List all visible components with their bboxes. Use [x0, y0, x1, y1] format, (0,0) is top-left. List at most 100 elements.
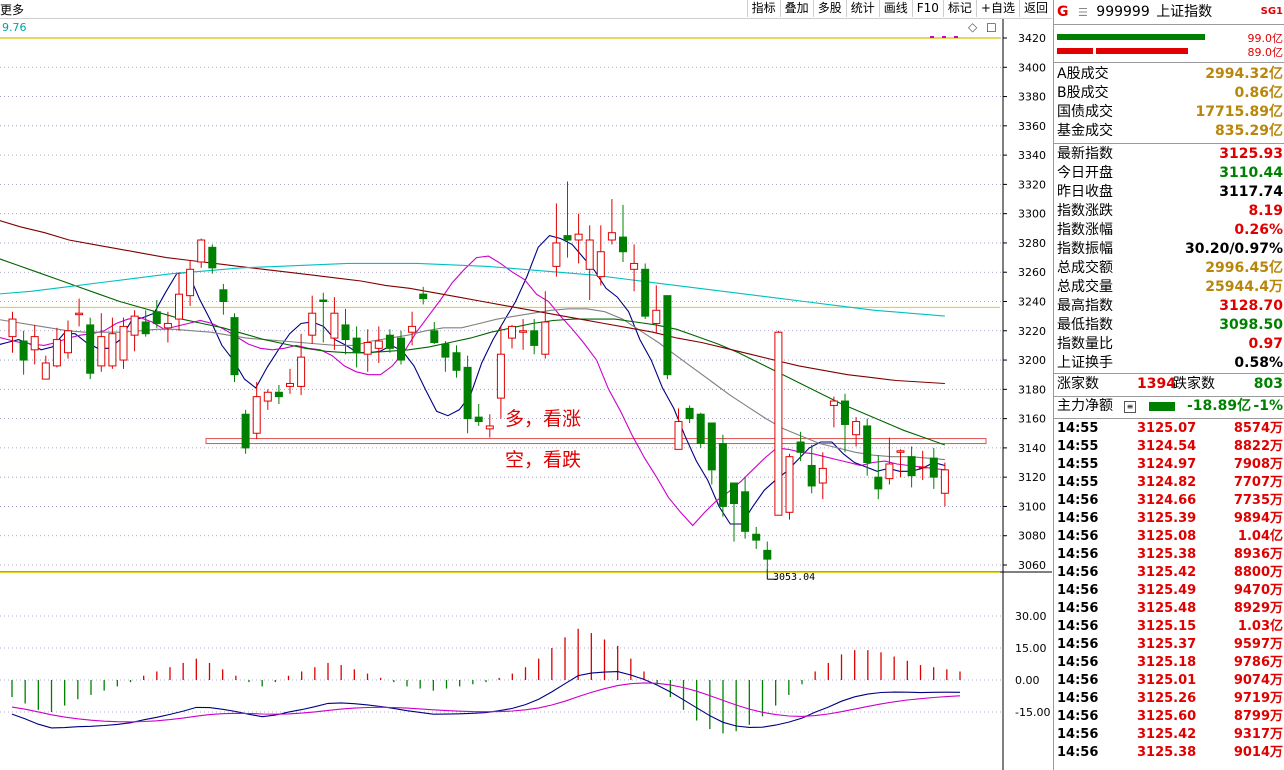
f10-button[interactable]: F10 [911, 0, 943, 17]
tick-time: 14:55 [1057, 421, 1099, 436]
candle [829, 396, 838, 428]
candle [64, 320, 72, 359]
stat-value: 25944.4万 [1205, 279, 1283, 295]
stat-value: 3110.44 [1219, 165, 1283, 181]
kline-chart[interactable]: 9.76 ◇ ☐ 3420 3400 3380 3360 3340 3320 3300 328… [0, 19, 1052, 770]
stat-label: 昨日收盘 [1057, 184, 1113, 200]
stat-row: 总成交额 2996.45亿 [1057, 259, 1283, 278]
label: 基金成交 [1057, 123, 1113, 139]
tick-row: 14:55 3124.97 7908万 [1057, 456, 1283, 474]
candle [219, 283, 228, 315]
breadth-row: 涨家数 1394 跌家数 803 [1057, 375, 1283, 394]
fund-turnover-row: 基金成交 835.29亿 [1057, 122, 1283, 141]
candle [607, 199, 616, 245]
candle [519, 319, 528, 350]
stat-value: 30.20/0.97% [1185, 241, 1283, 257]
sell-volume-bar-a [1057, 48, 1093, 54]
candle [696, 412, 705, 448]
tick-time: 14:55 [1057, 457, 1099, 472]
back-button[interactable]: 返回 [1018, 0, 1052, 17]
price-tick-label: 3360 [1018, 120, 1046, 133]
ma-value-label: 9.76 [2, 21, 27, 34]
price-tick-label: 3100 [1018, 500, 1046, 513]
stat-row: 指数涨跌 8.19 [1057, 202, 1283, 221]
menu-icon[interactable]: ☰ [1078, 6, 1088, 19]
tick-time: 14:56 [1057, 637, 1099, 652]
quote-panel: G ☰ 999999 上证指数 SG1 99.0亿 89.0亿 A股成交 2994… [1053, 0, 1284, 770]
tick-price: 3125.37 [1137, 637, 1197, 652]
tick-row: 14:56 3124.66 7735万 [1057, 492, 1283, 510]
price-tick-label: 3400 [1018, 61, 1046, 74]
candle [341, 308, 350, 355]
candle [175, 272, 183, 331]
indicator-button[interactable]: 指标 [746, 0, 780, 17]
candle [918, 450, 927, 481]
tick-volume: 8822万 [1233, 439, 1283, 454]
candle [441, 341, 450, 372]
stat-row: 昨日收盘 3117.74 [1057, 183, 1283, 202]
candle [852, 417, 861, 447]
flow-detail-icon[interactable]: ≡ [1124, 401, 1136, 413]
sell-volume-bar-b [1096, 48, 1188, 54]
overlay-button[interactable]: 叠加 [779, 0, 813, 17]
tick-price: 3125.15 [1137, 619, 1197, 634]
stat-value: 0.58% [1234, 355, 1283, 371]
top-toolbar: 更多 指标 叠加 多股 统计 画线 F10 标记 +自选 返回 [0, 0, 1052, 19]
stat-value: 8.19 [1248, 203, 1283, 219]
value: 835.29亿 [1214, 123, 1283, 139]
candle [652, 285, 661, 334]
tick-price: 3125.01 [1137, 673, 1197, 688]
macd-panel [11, 628, 961, 734]
candle [408, 311, 417, 346]
tick-volume: 9317万 [1233, 727, 1283, 742]
tick-price: 3125.39 [1137, 511, 1197, 526]
ma-line-ma30 [0, 258, 946, 446]
tick-row: 14:56 3125.15 1.03亿 [1057, 618, 1283, 636]
candle [363, 329, 372, 372]
statistics-button[interactable]: 统计 [845, 0, 879, 17]
tick-time: 14:56 [1057, 619, 1099, 634]
g-tag: G [1057, 4, 1069, 20]
tick-time: 14:56 [1057, 565, 1099, 580]
settings-icon[interactable]: ☐ [986, 21, 997, 35]
tick-price: 3125.60 [1137, 709, 1197, 724]
mark-button[interactable]: 标记 [942, 0, 976, 17]
tick-row: 14:56 3125.37 9597万 [1057, 636, 1283, 654]
candle [552, 203, 561, 277]
macd-tick-label: 15.00 [1015, 642, 1047, 655]
multi-stock-button[interactable]: 多股 [812, 0, 846, 17]
more-menu[interactable]: 更多 [0, 1, 24, 18]
candle [86, 317, 95, 380]
candle [241, 409, 250, 454]
candle [685, 405, 694, 424]
tick-row: 14:56 3125.38 8936万 [1057, 546, 1283, 564]
stat-label: 总成交额 [1057, 260, 1113, 276]
candle [308, 295, 317, 344]
stat-label: 最新指数 [1057, 146, 1113, 162]
tick-row: 14:55 3125.07 8574万 [1057, 420, 1283, 438]
index-code: 999999 [1096, 4, 1150, 20]
stat-label: 总成交量 [1057, 279, 1113, 295]
candle [630, 244, 639, 292]
collapse-icon[interactable]: ◇ [968, 20, 978, 34]
candle [641, 263, 650, 320]
price-tick-label: 3380 [1018, 91, 1046, 104]
stat-row: 最高指数 3128.70 [1057, 297, 1283, 316]
main-flow-label: 主力净额 [1057, 398, 1113, 414]
tick-time: 14:56 [1057, 583, 1099, 598]
candlesticks [8, 181, 949, 576]
add-watchlist-button[interactable]: +自选 [975, 0, 1019, 17]
candle [352, 326, 361, 368]
price-tick-label: 3280 [1018, 237, 1046, 250]
candle [785, 453, 794, 520]
macd-tick-label: 30.00 [1015, 610, 1047, 623]
draw-line-button[interactable]: 画线 [878, 0, 912, 17]
candle [718, 434, 727, 517]
ma-line-ma5 [0, 234, 946, 525]
candle [585, 225, 594, 301]
stat-label: 最低指数 [1057, 317, 1113, 333]
tick-volume: 9074万 [1233, 673, 1283, 688]
candle [530, 319, 539, 355]
tick-price: 3124.66 [1137, 493, 1197, 508]
tick-volume: 7707万 [1233, 475, 1283, 490]
